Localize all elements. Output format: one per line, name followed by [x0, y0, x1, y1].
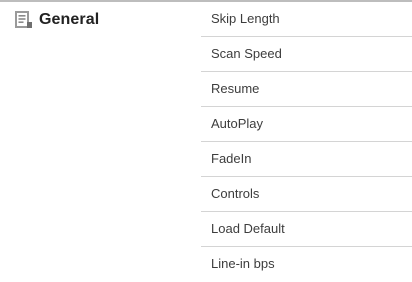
menu-item-controls[interactable]: Controls — [201, 177, 412, 212]
menu-item-autoplay[interactable]: AutoPlay — [201, 107, 412, 142]
category-general[interactable]: General — [13, 9, 99, 31]
menu-item-skip-length[interactable]: Skip Length — [201, 2, 412, 37]
menu-item-load-default[interactable]: Load Default — [201, 212, 412, 247]
list-document-icon — [15, 11, 32, 28]
settings-menu: Skip Length Scan Speed Resume AutoPlay F… — [201, 2, 412, 282]
menu-item-fadein[interactable]: FadeIn — [201, 142, 412, 177]
menu-item-line-in-bps[interactable]: Line-in bps — [201, 247, 412, 282]
category-label: General — [39, 11, 100, 28]
menu-item-resume[interactable]: Resume — [201, 72, 412, 107]
menu-item-scan-speed[interactable]: Scan Speed — [201, 37, 412, 72]
